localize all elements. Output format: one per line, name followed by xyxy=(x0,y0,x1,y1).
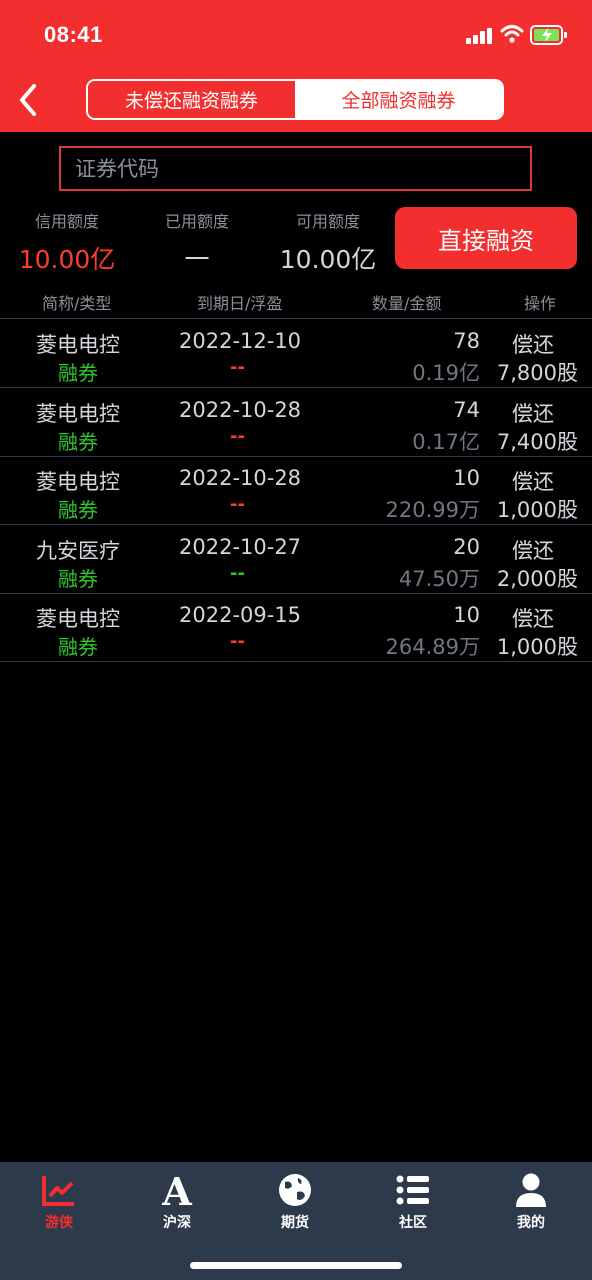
floating-pnl: -- xyxy=(230,562,245,584)
tab-label: 沪深 xyxy=(163,1215,191,1231)
col-header-amount: 数量/金额 xyxy=(372,294,442,313)
repay-button[interactable]: 偿还 xyxy=(512,398,554,428)
due-date: 2022-10-28 xyxy=(179,397,302,422)
share-count: 7,800股 xyxy=(496,361,578,385)
tab-hushen[interactable]: A 沪深 xyxy=(118,1162,236,1242)
tab-youxia[interactable]: 游侠 xyxy=(0,1162,118,1242)
col-header-name: 简称/类型 xyxy=(42,294,112,313)
globe-icon xyxy=(279,1174,311,1206)
used-quota: 已用额度 一 xyxy=(132,208,262,276)
row-divider xyxy=(0,661,592,662)
header-divider xyxy=(0,318,592,319)
list-icon xyxy=(396,1175,429,1205)
quantity: 10 xyxy=(453,603,480,627)
repay-button[interactable]: 偿还 xyxy=(512,329,554,359)
floating-pnl: -- xyxy=(230,425,245,447)
due-date: 2022-10-28 xyxy=(179,466,302,490)
quantity: 78 xyxy=(453,329,480,353)
battery-charging-icon xyxy=(530,25,567,45)
table-row[interactable]: 菱电电控融券 2022-10-28 -- 74 0.17亿 偿还 7,400股 xyxy=(0,389,592,457)
stock-name: 菱电电控 xyxy=(36,470,120,494)
header-bar: 08:41 未偿还融资融券 全部融资融券 xyxy=(0,0,592,132)
trade-type: 融券 xyxy=(58,635,98,659)
share-count: 1,000股 xyxy=(496,635,578,659)
tab-mine[interactable]: 我的 xyxy=(472,1162,590,1242)
due-date: 2022-10-27 xyxy=(179,534,302,559)
trade-type: 融券 xyxy=(58,361,98,385)
amount: 264.89万 xyxy=(385,635,480,659)
table-row[interactable]: 菱电电控融券 2022-12-10 -- 78 0.19亿 偿还 7,800股 xyxy=(0,320,592,388)
wifi-icon xyxy=(500,25,524,43)
back-arrow-icon[interactable] xyxy=(14,82,44,118)
status-time: 08:41 xyxy=(44,22,103,47)
svg-text:A: A xyxy=(161,1172,192,1208)
table-row[interactable]: 菱电电控融券 2022-10-28 -- 10 220.99万 偿还 1,000股 xyxy=(0,457,592,525)
trade-type: 融券 xyxy=(58,429,98,454)
available-quota: 可用额度 10.00亿 xyxy=(263,208,393,276)
col-header-date: 到期日/浮盈 xyxy=(197,294,283,313)
quantity: 20 xyxy=(453,534,480,559)
share-count: 7,400股 xyxy=(496,429,578,454)
share-count: 1,000股 xyxy=(496,498,578,522)
segment-all[interactable]: 全部融资融券 xyxy=(295,81,502,118)
tab-community[interactable]: 社区 xyxy=(354,1162,472,1242)
direct-financing-button[interactable]: 直接融资 xyxy=(395,207,577,269)
floating-pnl: -- xyxy=(230,631,245,652)
chart-line-icon xyxy=(42,1176,74,1206)
search-box xyxy=(59,146,532,191)
home-indicator xyxy=(190,1262,402,1269)
used-quota-label: 已用额度 xyxy=(164,212,229,231)
quantity: 10 xyxy=(453,466,480,490)
quantity: 74 xyxy=(453,397,480,422)
stock-name: 菱电电控 xyxy=(36,401,120,426)
tab-label: 游侠 xyxy=(45,1215,73,1231)
trade-type: 融券 xyxy=(58,566,98,591)
stock-name: 九安医疗 xyxy=(36,538,120,563)
credit-quota: 信用额度 10.00亿 xyxy=(2,208,132,276)
trade-type: 融券 xyxy=(58,498,98,522)
amount: 47.50万 xyxy=(398,566,480,591)
table-row[interactable]: 菱电电控融券 2022-09-15 -- 10 264.89万 偿还 1,000股 xyxy=(0,594,592,662)
repay-button[interactable]: 偿还 xyxy=(512,535,554,565)
used-quota-value: 一 xyxy=(184,245,210,274)
tab-futures[interactable]: 期货 xyxy=(236,1162,354,1242)
stock-name: 菱电电控 xyxy=(36,333,120,357)
floating-pnl: -- xyxy=(230,494,245,515)
available-quota-label: 可用额度 xyxy=(295,212,360,231)
security-code-input[interactable] xyxy=(61,148,530,189)
cellular-signal-icon xyxy=(466,28,492,44)
letter-a-icon: A xyxy=(161,1172,192,1208)
due-date: 2022-12-10 xyxy=(179,329,302,353)
available-quota-value: 10.00亿 xyxy=(279,245,377,274)
tab-label: 我的 xyxy=(517,1215,545,1231)
repay-button[interactable]: 偿还 xyxy=(512,466,554,496)
tab-label: 社区 xyxy=(399,1215,427,1231)
share-count: 2,000股 xyxy=(496,566,578,591)
amount: 220.99万 xyxy=(385,498,480,522)
table-row[interactable]: 九安医疗融券 2022-10-27 -- 20 47.50万 偿还 2,000股 xyxy=(0,526,592,594)
col-header-action: 操作 xyxy=(524,294,557,313)
credit-quota-label: 信用额度 xyxy=(34,212,99,231)
floating-pnl: -- xyxy=(230,357,245,378)
credit-quota-value: 10.00亿 xyxy=(18,245,116,274)
amount: 0.19亿 xyxy=(412,361,480,385)
user-icon xyxy=(516,1173,546,1207)
stock-name: 菱电电控 xyxy=(36,607,120,631)
segment-control: 未偿还融资融券 全部融资融券 xyxy=(86,79,504,120)
amount: 0.17亿 xyxy=(412,429,480,454)
tab-label: 期货 xyxy=(281,1215,309,1231)
due-date: 2022-09-15 xyxy=(179,603,302,627)
repay-button[interactable]: 偿还 xyxy=(512,603,554,633)
segment-unpaid[interactable]: 未偿还融资融券 xyxy=(88,81,295,118)
